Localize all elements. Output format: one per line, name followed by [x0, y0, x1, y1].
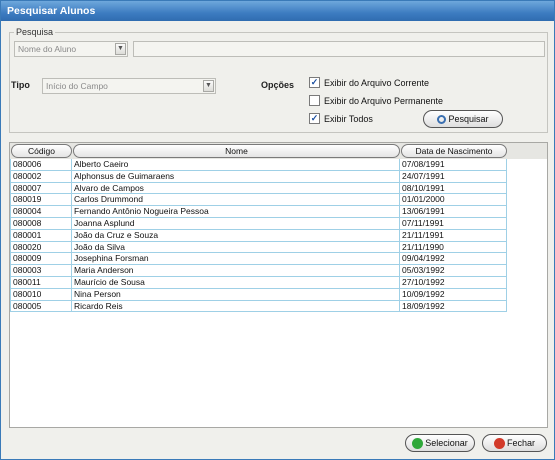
window-title: Pesquisar Alunos — [1, 1, 554, 21]
cell-nome: Maria Anderson — [72, 265, 400, 277]
cell-nome: Carlos Drummond — [72, 194, 400, 207]
option-arquivo-corrente[interactable]: ✓ Exibir do Arquivo Corrente — [309, 77, 429, 89]
chevron-down-icon[interactable]: ▼ — [115, 43, 126, 55]
tipo-label: Tipo — [11, 80, 30, 90]
cell-data-nascimento: 24/07/1991 — [400, 170, 507, 183]
table-row[interactable]: 080010 Nina Person 10/09/1992 — [10, 288, 507, 301]
students-table[interactable]: Código Nome Data de Nascimento 080006 Alb… — [9, 142, 548, 428]
table-row[interactable]: 080008 Joanna Asplund 07/11/1991 — [10, 218, 507, 230]
cell-nome: Alphonsus de Guimaraens — [72, 170, 400, 183]
search-button-label: Pesquisar — [448, 114, 489, 124]
table-row[interactable]: 080020 João da Silva 21/11/1990 — [10, 241, 507, 254]
cell-codigo: 080011 — [10, 277, 72, 289]
cell-codigo: 080010 — [10, 288, 72, 301]
checkbox-checked-icon[interactable]: ✓ — [309, 77, 320, 88]
tipo-combo[interactable]: Início do Campo ▼ — [42, 78, 216, 94]
option-arquivo-permanente[interactable]: Exibir do Arquivo Permanente — [309, 95, 443, 107]
search-students-window: Pesquisar Alunos Pesquisa Nome do Aluno … — [0, 0, 555, 460]
search-group: Pesquisa Nome do Aluno ▼ Tipo Início do … — [9, 27, 548, 133]
close-button-label: Fechar — [506, 438, 535, 448]
chevron-down-icon[interactable]: ▼ — [203, 80, 214, 92]
tipo-combo-value: Início do Campo — [46, 81, 108, 91]
cell-codigo: 080009 — [10, 253, 72, 266]
cell-codigo: 080001 — [10, 229, 72, 242]
option-label: Exibir do Arquivo Corrente — [324, 78, 430, 88]
search-query-input[interactable] — [133, 41, 545, 57]
cell-nome: Alvaro de Campos — [72, 182, 400, 195]
cell-codigo: 080020 — [10, 241, 72, 254]
cell-nome: Fernando Antônio Nogueira Pessoa — [72, 206, 400, 218]
table-row[interactable]: 080004 Fernando Antônio Nogueira Pessoa 13… — [10, 206, 507, 218]
table-row[interactable]: 080003 Maria Anderson 05/03/1992 — [10, 265, 507, 277]
search-group-legend: Pesquisa — [14, 27, 56, 37]
cell-data-nascimento: 05/03/1992 — [400, 265, 507, 277]
cell-nome: Maurício de Sousa — [72, 277, 400, 289]
cell-data-nascimento: 21/11/1991 — [400, 229, 507, 242]
close-button[interactable]: Fechar — [482, 434, 547, 452]
cell-data-nascimento: 10/09/1992 — [400, 288, 507, 301]
cell-data-nascimento: 01/01/2000 — [400, 194, 507, 207]
cell-nome: João da Cruz e Souza — [72, 229, 400, 242]
opcoes-label: Opções — [261, 80, 295, 90]
check-circle-icon — [412, 438, 424, 450]
magnifier-icon — [437, 115, 447, 125]
cell-codigo: 080003 — [10, 265, 72, 277]
select-button-label: Selecionar — [425, 438, 468, 448]
table-row[interactable]: 080002 Alphonsus de Guimaraens 24/07/1991 — [10, 170, 507, 183]
cell-data-nascimento: 08/10/1991 — [400, 182, 507, 195]
table-row[interactable]: 080007 Alvaro de Campos 08/10/1991 — [10, 182, 507, 195]
cell-nome: Alberto Caeiro — [72, 159, 400, 171]
select-button[interactable]: Selecionar — [405, 434, 475, 452]
cell-codigo: 080008 — [10, 218, 72, 230]
cell-data-nascimento: 09/04/1992 — [400, 253, 507, 266]
cell-data-nascimento: 21/11/1990 — [400, 241, 507, 254]
cell-nome: Nina Person — [72, 288, 400, 301]
cell-nome: João da Silva — [72, 241, 400, 254]
cell-codigo: 080002 — [10, 170, 72, 183]
cell-codigo: 080004 — [10, 206, 72, 218]
cell-data-nascimento: 18/09/1992 — [400, 300, 507, 313]
checkbox-checked-icon[interactable]: ✓ — [309, 113, 320, 124]
cell-codigo: 080019 — [10, 194, 72, 207]
close-icon — [493, 438, 505, 450]
table-row[interactable]: 080009 Josephina Forsman 09/04/1992 — [10, 253, 507, 266]
footer-bar: Selecionar Fechar — [1, 431, 554, 459]
option-exibir-todos[interactable]: ✓ Exibir Todos — [309, 113, 373, 125]
search-button[interactable]: Pesquisar — [423, 110, 503, 128]
search-field-combo[interactable]: Nome do Aluno ▼ — [14, 41, 128, 57]
option-label: Exibir Todos — [324, 114, 373, 124]
cell-codigo: 080007 — [10, 182, 72, 195]
cell-nome: Joanna Asplund — [72, 218, 400, 230]
cell-codigo: 080006 — [10, 159, 72, 171]
table-row[interactable]: 080001 João da Cruz e Souza 21/11/1991 — [10, 229, 507, 242]
column-header-nome[interactable]: Nome — [73, 144, 400, 158]
cell-nome: Josephina Forsman — [72, 253, 400, 266]
search-field-combo-value: Nome do Aluno — [18, 44, 77, 54]
option-label: Exibir do Arquivo Permanente — [324, 96, 444, 106]
cell-data-nascimento: 07/11/1991 — [400, 218, 507, 230]
column-header-data-nascimento[interactable]: Data de Nascimento — [401, 144, 507, 158]
table-row[interactable]: 080005 Ricardo Reis 18/09/1992 — [10, 300, 507, 313]
cell-data-nascimento: 27/10/1992 — [400, 277, 507, 289]
table-row[interactable]: 080019 Carlos Drummond 01/01/2000 — [10, 194, 507, 207]
cell-nome: Ricardo Reis — [72, 300, 400, 313]
checkbox-unchecked-icon[interactable] — [309, 95, 320, 106]
table-row[interactable]: 080011 Maurício de Sousa 27/10/1992 — [10, 277, 507, 289]
column-header-codigo[interactable]: Código — [11, 144, 72, 158]
cell-data-nascimento: 13/06/1991 — [400, 206, 507, 218]
cell-data-nascimento: 07/08/1991 — [400, 159, 507, 171]
cell-codigo: 080005 — [10, 300, 72, 313]
table-header: Código Nome Data de Nascimento — [10, 143, 547, 159]
table-row[interactable]: 080006 Alberto Caeiro 07/08/1991 — [10, 159, 507, 171]
